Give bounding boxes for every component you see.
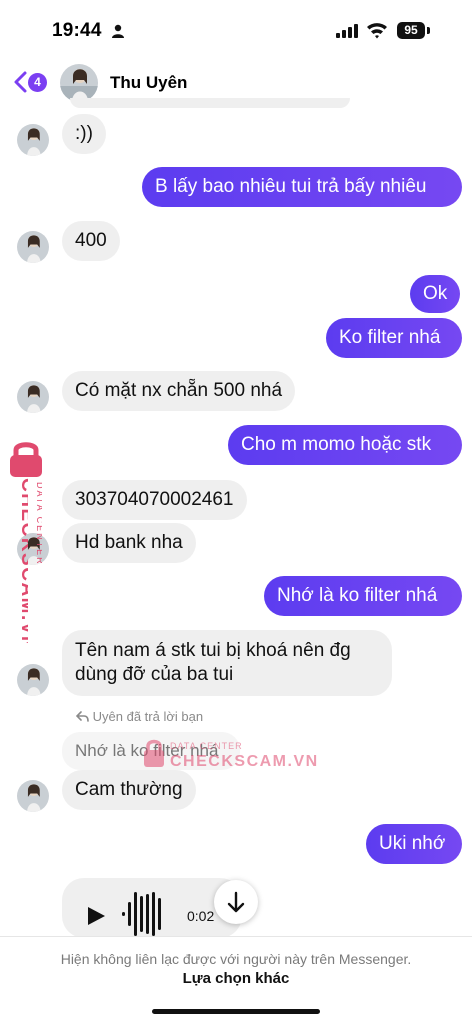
message-incoming[interactable]: :)) [62,114,106,154]
status-time: 19:44 [52,20,102,41]
message-outgoing[interactable]: Ko filter nhá [326,318,462,358]
play-icon[interactable] [86,906,106,926]
message-outgoing[interactable]: Uki nhớ [366,824,462,864]
waveform-icon [122,892,161,936]
wifi-icon [367,23,387,39]
sender-avatar[interactable] [17,124,49,156]
watermark-brand: CHECKSCAM.VN [170,753,319,770]
battery-tip [427,27,430,34]
sender-avatar[interactable] [17,664,49,696]
unread-badge[interactable]: 4 [28,73,47,92]
watermark-subtitle: DATA CENTER [170,741,243,751]
voice-duration: 0:02 [187,908,215,924]
back-icon[interactable] [12,70,28,94]
contact-avatar[interactable] [60,64,98,102]
message-incoming[interactable]: 303704070002461 [62,480,247,520]
message-line: dùng đỡ của ba tui [75,664,234,685]
message-outgoing[interactable]: Ok [410,275,461,313]
lock-icon [144,739,164,767]
lock-icon [10,442,42,477]
battery-indicator: 95 [397,22,425,39]
sender-avatar[interactable] [17,381,49,413]
reply-note: Uyên đã trả lời bạn [75,709,204,724]
contact-name[interactable]: Thu Uyên [110,73,187,93]
home-indicator[interactable] [152,1009,320,1014]
message-incoming[interactable]: Hd bank nha [62,523,196,563]
sender-avatar[interactable] [17,780,49,812]
reply-note-text: Uyên đã trả lời bạn [92,709,204,724]
other-options-button[interactable]: Lựa chọn khác [0,970,472,987]
reply-icon [75,711,89,722]
message-outgoing[interactable]: Nhớ là ko filter nhá [264,576,462,616]
message-incoming-multiline[interactable]: Tên nam á stk tui bị khoá nên đg dùng đỡ… [62,630,392,696]
person-icon [112,24,124,38]
watermark-brand: CHECKSCAM.VN [17,478,28,643]
message-outgoing[interactable]: Cho m momo hoặc stk [228,425,462,465]
message-incoming[interactable]: Cam thường [62,770,196,810]
scroll-down-button[interactable] [214,880,258,924]
sender-avatar[interactable] [17,231,49,263]
message-outgoing[interactable]: B lấy bao nhiêu tui trả bấy nhiêu [142,167,462,207]
message-incoming[interactable]: 400 [62,221,120,261]
signal-icon [336,24,358,38]
message-line: Tên nam á stk tui bị khoá nên đg [75,640,351,661]
status-bar: 19:44 95 [0,0,472,56]
previous-message-edge [70,98,350,108]
message-incoming[interactable]: Có mặt nx chẵn 500 nhá [62,371,296,411]
watermark-subtitle-text: DATA CENTER [35,482,42,566]
arrow-down-icon [227,891,245,913]
unavailable-notice: Hiện không liên lạc được với người này t… [60,951,412,967]
watermark-subtitle: DATA CENTER [35,482,42,566]
